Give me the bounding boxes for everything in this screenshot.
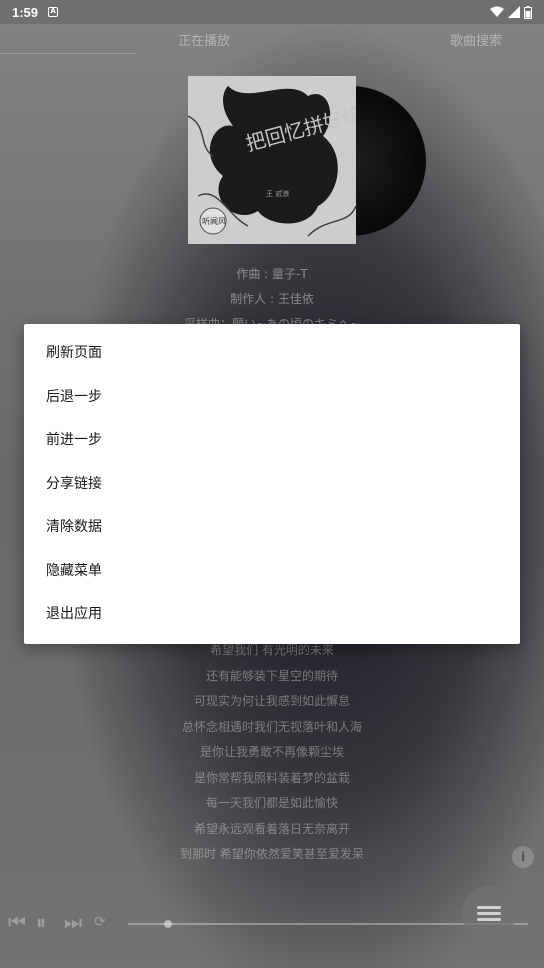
notification-icon: A: [48, 7, 59, 17]
menu-item-exit-app[interactable]: 退出应用: [24, 593, 520, 637]
menu-item-refresh[interactable]: 刷新页面: [24, 332, 520, 376]
menu-item-forward[interactable]: 前进一步: [24, 419, 520, 463]
music-player-screen: 1:59 A 正在播放 歌曲搜索 把回忆拼好给你 王 贰浪 听闻风 作曲: 童…: [0, 0, 544, 968]
options-popup-menu: 刷新页面 后退一步 前进一步 分享链接 清除数据 隐藏菜单 退出应用: [24, 324, 520, 644]
battery-icon: [524, 5, 532, 19]
menu-item-back[interactable]: 后退一步: [24, 376, 520, 420]
status-icons: [490, 5, 532, 19]
signal-icon: [508, 6, 520, 18]
status-time: 1:59: [12, 4, 39, 20]
menu-item-clear-data[interactable]: 清除数据: [24, 506, 520, 550]
status-bar: 1:59 A: [0, 0, 544, 24]
wifi-icon: [490, 6, 504, 17]
menu-item-share-link[interactable]: 分享链接: [24, 463, 520, 507]
menu-item-hide-menu[interactable]: 隐藏菜单: [24, 550, 520, 594]
